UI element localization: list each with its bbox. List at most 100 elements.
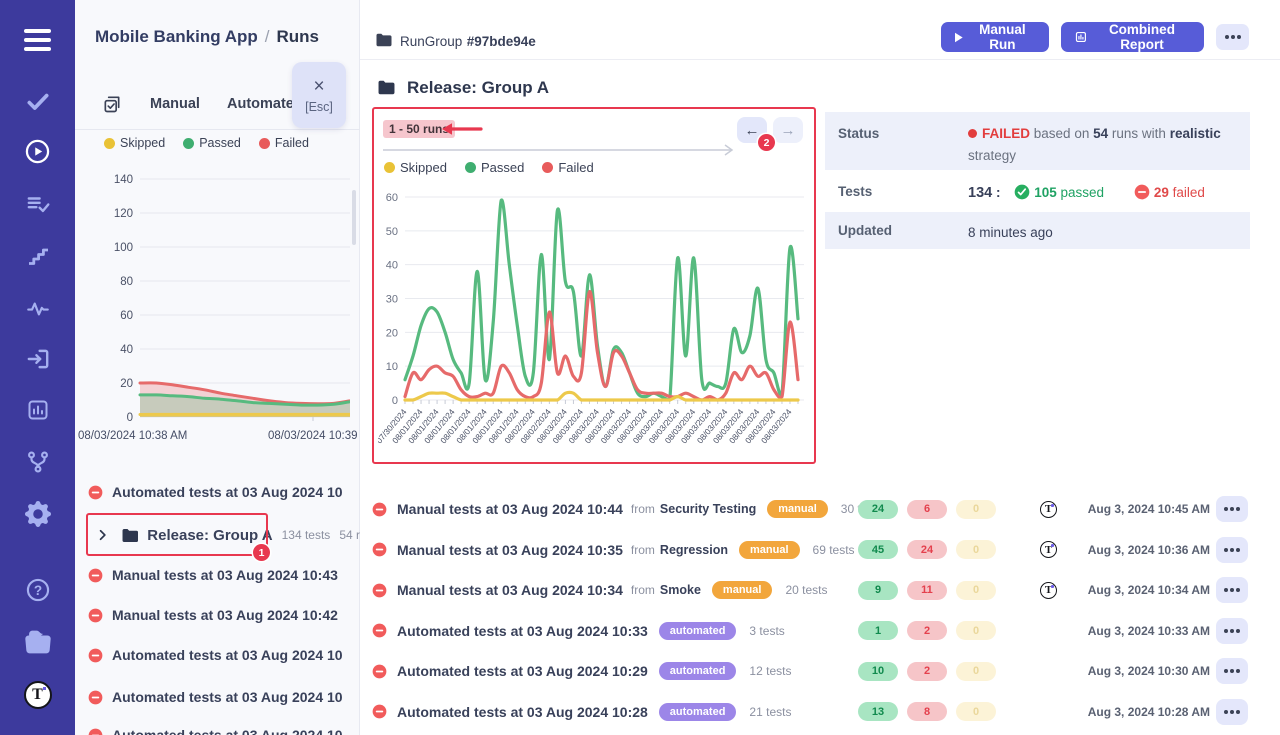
esc-key-hint: [Esc] (305, 100, 333, 114)
failed-count-pill: 2 (907, 621, 947, 640)
help-icon[interactable]: ? (0, 577, 75, 603)
updated-value: 8 minutes ago (968, 222, 1053, 244)
svg-text:50: 50 (386, 226, 398, 238)
legend-skipped[interactable]: Skipped (104, 136, 165, 150)
test-list-icon[interactable] (0, 192, 75, 218)
run-title: Automated tests at 03 Aug 2024 10 (112, 484, 343, 500)
row-more-actions-button[interactable] (1216, 537, 1248, 563)
run-list-item[interactable]: Automated tests at 03 Aug 2024 10 (88, 683, 360, 711)
run-name: Manual tests at 03 Aug 2024 10:35 (397, 542, 623, 558)
settings-gear-icon[interactable] (0, 501, 75, 527)
close-overlay-button[interactable]: × [Esc] (292, 62, 346, 128)
run-type-badge: automated (659, 703, 737, 721)
select-runs-icon[interactable] (102, 94, 122, 119)
run-list-item[interactable]: Automated tests at 03 Aug 2024 10 (88, 641, 360, 669)
analytics-icon[interactable] (0, 398, 75, 422)
svg-text:30: 30 (386, 294, 398, 306)
run-type-badge: manual (712, 581, 773, 599)
run-result-pills: 45240 (858, 540, 996, 559)
pulse-icon[interactable] (0, 296, 75, 322)
failed-run-icon (372, 583, 387, 598)
runs-play-icon[interactable] (0, 138, 75, 165)
row-more-actions-button[interactable] (1216, 577, 1248, 603)
run-row[interactable]: Manual tests at 03 Aug 2024 10:44fromSec… (372, 489, 1250, 529)
run-name: Manual tests at 03 Aug 2024 10:34 (397, 582, 623, 598)
ellipsis-icon (1230, 629, 1234, 633)
run-list-item[interactable]: Automated tests at 03 Aug 2024 10 (88, 721, 360, 735)
legend-passed[interactable]: Passed (183, 136, 241, 150)
legend-passed[interactable]: Passed (465, 160, 524, 175)
passed-count-pill: 24 (858, 500, 898, 519)
svg-text:20: 20 (386, 327, 398, 339)
legend-failed[interactable]: Failed (259, 136, 309, 150)
steps-icon[interactable] (0, 245, 75, 269)
status-value: FAILED based on 54 runs with realistic s… (968, 123, 1246, 167)
run-title: Automated tests at 03 Aug 2024 10 (112, 727, 343, 735)
run-name: Automated tests at 03 Aug 2024 10:29 (397, 663, 648, 679)
run-timestamp: Aug 3, 2024 10:34 AM (1088, 583, 1210, 597)
failed-count-pill: 8 (907, 702, 947, 721)
combined-report-button[interactable]: Combined Report (1061, 22, 1204, 52)
legend-skipped[interactable]: Skipped (384, 160, 447, 175)
app-window: ? T Mobile Banking App/Runs Manual Autom… (0, 0, 1280, 735)
menu-icon[interactable] (0, 27, 75, 53)
svg-text:40: 40 (386, 260, 398, 272)
failed-count-pill: 24 (907, 540, 947, 559)
run-source[interactable]: Regression (660, 543, 728, 557)
rungroup-title: RunGroup #97bde94e (400, 33, 536, 51)
scroll-direction-arrow-icon (383, 144, 741, 156)
run-row[interactable]: Automated tests at 03 Aug 2024 10:33auto… (372, 611, 1250, 651)
failed-run-icon (88, 728, 103, 735)
skipped-count-pill: 0 (956, 581, 996, 600)
ellipsis-icon (1230, 507, 1234, 511)
row-more-actions-button[interactable] (1216, 496, 1248, 522)
panel-scrollbar[interactable] (352, 190, 356, 245)
run-timestamp: Aug 3, 2024 10:30 AM (1088, 664, 1210, 678)
passed-dot-icon (183, 138, 194, 149)
legend-failed[interactable]: Failed (542, 160, 593, 175)
import-icon[interactable] (0, 346, 75, 372)
ellipsis-icon (1231, 35, 1235, 39)
more-actions-button[interactable] (1216, 24, 1249, 50)
run-type-badge: automated (659, 622, 737, 640)
project-name[interactable]: Mobile Banking App (95, 27, 258, 46)
testomat-logo-icon[interactable]: T (0, 681, 75, 708)
skipped-count-pill: 0 (956, 540, 996, 559)
run-source[interactable]: Smoke (660, 583, 701, 597)
chevron-right-icon[interactable] (96, 528, 110, 542)
run-from-label: from (631, 543, 655, 557)
close-icon[interactable]: × (313, 77, 324, 96)
manual-run-button[interactable]: Manual Run (941, 22, 1049, 52)
row-more-actions-button[interactable] (1216, 699, 1248, 725)
tasks-check-icon[interactable] (0, 88, 75, 114)
tutorial-step-2-badge: 2 (758, 134, 775, 151)
branch-icon[interactable] (0, 449, 75, 475)
ellipsis-icon (1230, 710, 1234, 714)
group-title: Release: Group A (407, 78, 549, 98)
run-timestamp: Aug 3, 2024 10:28 AM (1088, 705, 1210, 719)
run-list-item[interactable]: Manual tests at 03 Aug 2024 10:43 (88, 561, 360, 589)
run-row[interactable]: Manual tests at 03 Aug 2024 10:35 from Reg… (372, 530, 1250, 570)
failed-minus-icon (1134, 184, 1150, 200)
run-timestamp: Aug 3, 2024 10:36 AM (1088, 543, 1210, 557)
row-more-actions-button[interactable] (1216, 618, 1248, 644)
svg-text:0: 0 (127, 412, 133, 422)
chart-next-page-button[interactable]: → (773, 117, 803, 143)
run-row[interactable]: Manual tests at 03 Aug 2024 10:34fromSmo… (372, 570, 1250, 610)
run-row[interactable]: Automated tests at 03 Aug 2024 10:28auto… (372, 692, 1250, 732)
failed-run-icon (372, 664, 387, 679)
failed-run-icon (88, 690, 103, 705)
failed-run-icon (88, 485, 103, 500)
group-list-item-release[interactable]: Release: Group A134 tests54 r (96, 519, 360, 551)
projects-folder-icon[interactable] (0, 629, 75, 655)
ellipsis-icon (1230, 548, 1234, 552)
project-runs-area-chart: 140120100806040200 (88, 170, 350, 422)
run-list-item[interactable]: Automated tests at 03 Aug 2024 10 (88, 478, 360, 506)
run-source[interactable]: Security Testing (660, 502, 756, 516)
run-list-item[interactable]: Manual tests at 03 Aug 2024 10:42 (88, 601, 360, 629)
failed-run-icon (372, 502, 387, 517)
row-more-actions-button[interactable] (1216, 658, 1248, 684)
tab-manual[interactable]: Manual (150, 96, 200, 112)
run-row[interactable]: Automated tests at 03 Aug 2024 10:29auto… (372, 651, 1250, 691)
svg-text:80: 80 (120, 276, 133, 288)
